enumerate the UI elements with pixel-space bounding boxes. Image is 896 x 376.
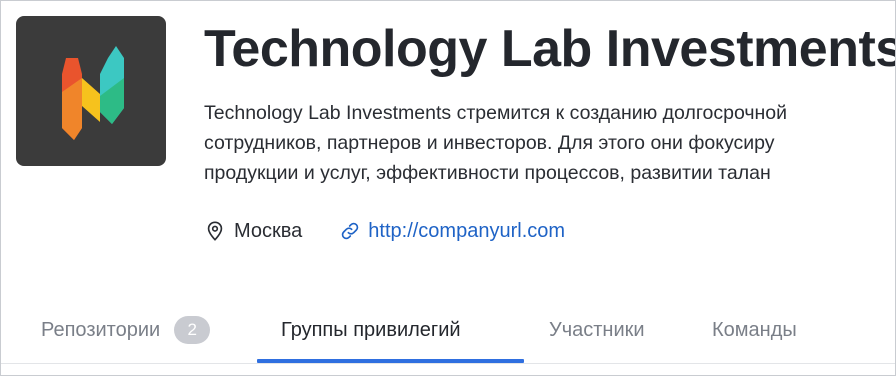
tab-teams[interactable]: Команды xyxy=(712,297,797,363)
org-description-line: продукции и услуг, эффективности процесс… xyxy=(204,162,771,184)
tab-repositories-label: Репозитории xyxy=(41,318,161,341)
org-description-line: сотрудников, партнеров и инвесторов. Для… xyxy=(204,132,775,154)
link-icon xyxy=(342,222,359,240)
org-description: Technology Lab Investments стремится к с… xyxy=(204,98,895,188)
location-pin-icon xyxy=(207,221,223,241)
n-logo-icon xyxy=(62,46,124,140)
org-website[interactable]: http://companyurl.com xyxy=(340,220,565,243)
tab-teams-label: Команды xyxy=(712,318,797,341)
org-website-link[interactable]: http://companyurl.com xyxy=(368,220,565,243)
org-location-text: Москва xyxy=(234,219,303,242)
tab-privilege-groups-label: Группы привилегий xyxy=(281,318,461,341)
tab-members[interactable]: Участники xyxy=(549,297,645,363)
tab-members-label: Участники xyxy=(549,318,645,341)
repositories-count-badge: 2 xyxy=(174,316,211,344)
tab-repositories[interactable]: Репозитории 2 xyxy=(41,297,211,363)
organization-page: Technology Lab Investments Technology La… xyxy=(0,0,896,376)
org-location: Москва xyxy=(204,220,302,243)
org-title: Technology Lab Investments xyxy=(204,20,896,78)
active-tab-indicator xyxy=(257,359,524,363)
org-description-line: Technology Lab Investments стремится к с… xyxy=(204,102,788,124)
org-logo xyxy=(16,16,166,166)
org-meta: Москва http://companyurl.com xyxy=(204,215,565,247)
org-tabs: Репозитории 2 Группы привилегий Участник… xyxy=(1,297,895,364)
tab-privilege-groups[interactable]: Группы привилегий xyxy=(281,297,461,363)
